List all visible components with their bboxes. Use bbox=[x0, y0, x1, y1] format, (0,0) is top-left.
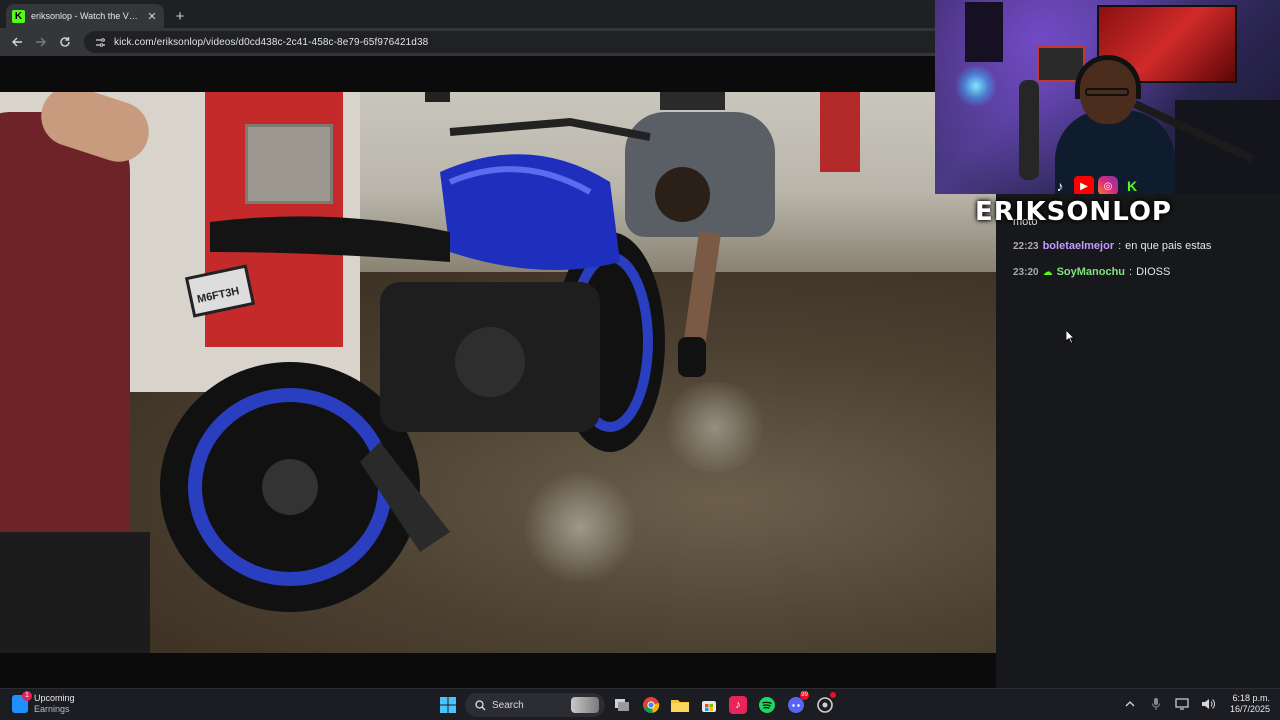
tiktok-icon: ♪ bbox=[729, 696, 747, 714]
glasses-icon bbox=[1085, 88, 1129, 96]
store-button[interactable] bbox=[697, 693, 721, 717]
video-mirror bbox=[660, 92, 725, 110]
video-player[interactable]: M6FT3H bbox=[0, 92, 996, 653]
mouse-cursor-icon bbox=[1066, 330, 1075, 344]
start-button[interactable] bbox=[436, 693, 460, 717]
arrow-right-icon bbox=[36, 37, 46, 47]
chat-text: DIOSS bbox=[1136, 266, 1171, 278]
chat-message: 22:23 boletaelmejor: en que pais estas bbox=[1013, 240, 1212, 252]
url-text: kick.com/eriksonlop/videos/d0cd438c-2c41… bbox=[114, 36, 429, 48]
tab-close-icon[interactable]: ✕ bbox=[146, 10, 158, 23]
app-notification-dot bbox=[830, 692, 836, 698]
discord-taskbar-button[interactable]: 99 bbox=[784, 691, 809, 717]
taskbar-search[interactable]: Search bbox=[465, 693, 605, 717]
chrome-taskbar-button[interactable] bbox=[639, 693, 663, 717]
video-mirror bbox=[425, 92, 450, 102]
chat-username[interactable]: boletaelmejor bbox=[1043, 240, 1115, 252]
widget-subtitle: Earnings bbox=[34, 704, 70, 714]
volume-icon[interactable] bbox=[1200, 696, 1216, 712]
kick-favicon-icon: K bbox=[12, 9, 25, 23]
search-icon bbox=[475, 699, 486, 710]
cam-shelf bbox=[965, 2, 1003, 62]
chevron-up-icon[interactable] bbox=[1122, 696, 1138, 712]
site-info-icon[interactable] bbox=[94, 36, 106, 48]
back-button[interactable] bbox=[6, 31, 28, 53]
store-icon bbox=[702, 701, 716, 712]
task-view-button[interactable] bbox=[610, 693, 634, 717]
motorcycle-illustration: M6FT3H bbox=[160, 117, 665, 612]
taskbar-clock[interactable]: 6:18 p.m. 16/7/2025 bbox=[1230, 693, 1270, 715]
tiktok-icon: ♪ bbox=[1056, 178, 1064, 194]
folder-icon bbox=[671, 700, 689, 712]
chrome-icon bbox=[643, 697, 660, 714]
chat-timestamp: 23:20 bbox=[1013, 266, 1039, 278]
clock-time: 6:18 p.m. bbox=[1232, 693, 1270, 703]
windows-logo-icon bbox=[440, 697, 456, 713]
instagram-icon: ◎ bbox=[1098, 176, 1118, 194]
network-icon[interactable] bbox=[1174, 696, 1190, 712]
streamer-name-overlay: ERIKSONLOP bbox=[975, 197, 1172, 227]
stocks-widget-icon: 1 bbox=[12, 691, 32, 713]
chat-badge-icon: ☁ bbox=[1042, 266, 1053, 278]
search-highlight-icon bbox=[571, 697, 599, 713]
arrow-left-icon bbox=[12, 37, 22, 47]
address-bar[interactable]: kick.com/eriksonlop/videos/d0cd438c-2c41… bbox=[84, 31, 964, 53]
tab-title: eriksonlop - Watch the VOD on Kick bbox=[31, 11, 140, 21]
social-icons: ♪ ▶ ◎ K bbox=[1050, 176, 1142, 194]
clock-date: 16/7/2025 bbox=[1229, 704, 1270, 714]
cam-guitar bbox=[1019, 80, 1039, 180]
search-label: Search bbox=[492, 699, 524, 711]
youtube-icon: ▶ bbox=[1074, 176, 1094, 194]
spotify-taskbar-button[interactable] bbox=[755, 693, 779, 717]
chat-username[interactable]: SoyManochu bbox=[1057, 266, 1125, 278]
cam-hex-lights bbox=[953, 66, 999, 106]
widgets-button[interactable]: 1 Upcoming Earnings bbox=[12, 691, 75, 715]
chat-text: en que pais estas bbox=[1125, 240, 1212, 252]
spotify-icon bbox=[759, 697, 775, 713]
webcam-overlay: ♪ ▶ ◎ K bbox=[935, 0, 1280, 194]
widget-title: Upcoming bbox=[34, 693, 75, 703]
screen: K eriksonlop - Watch the VOD on Kick ✕ +… bbox=[0, 0, 1280, 720]
video-red-pillar-far bbox=[820, 92, 860, 172]
game-app-icon bbox=[817, 697, 833, 713]
chat-timestamp: 22:23 bbox=[1013, 240, 1039, 252]
video-person-leg-dark bbox=[0, 532, 150, 653]
microphone-icon[interactable] bbox=[1148, 696, 1164, 712]
reload-icon bbox=[60, 37, 70, 47]
widget-badge: 1 bbox=[22, 691, 32, 701]
discord-badge: 99 bbox=[800, 691, 809, 700]
forward-button[interactable] bbox=[30, 31, 52, 53]
chat-message: 23:20 ☁ SoyManochu: DIOSS bbox=[1013, 266, 1171, 278]
tiktok-taskbar-button[interactable]: ♪ bbox=[726, 693, 750, 717]
new-tab-button[interactable]: + bbox=[168, 8, 192, 25]
taskbar-apps: Search ♪ 99 bbox=[436, 691, 837, 717]
reload-button[interactable] bbox=[54, 31, 76, 53]
browser-tab-active[interactable]: K eriksonlop - Watch the VOD on Kick ✕ bbox=[6, 4, 164, 28]
system-tray: 6:18 p.m. 16/7/2025 bbox=[1122, 693, 1270, 715]
kick-icon: K bbox=[1126, 178, 1138, 194]
app-taskbar-button[interactable] bbox=[813, 692, 837, 717]
windows-taskbar: 1 Upcoming Earnings Search ♪ 99 6:18 p.m… bbox=[0, 688, 1280, 720]
file-explorer-button[interactable] bbox=[668, 693, 692, 717]
task-view-icon bbox=[615, 699, 629, 711]
